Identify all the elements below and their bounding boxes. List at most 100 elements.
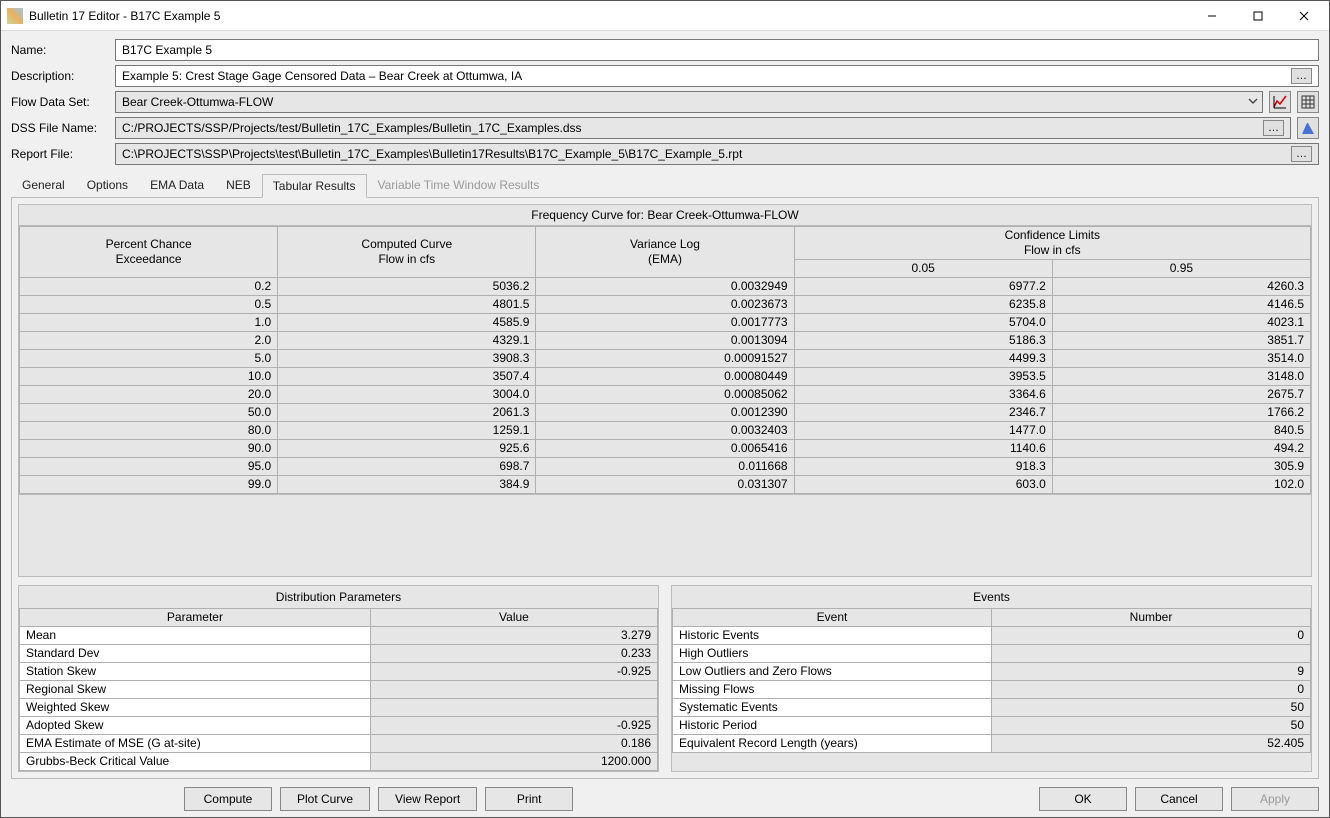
close-button[interactable] [1281, 1, 1327, 31]
cell: 0 [992, 627, 1311, 645]
table-row[interactable]: Mean3.279 [20, 627, 658, 645]
description-browse-button[interactable]: … [1291, 68, 1312, 84]
reportfile-input[interactable]: C:\PROJECTS\SSP\Projects\test\Bulletin_1… [115, 143, 1319, 165]
name-input[interactable]: B17C Example 5 [115, 39, 1319, 61]
events-blank-area [672, 753, 1311, 771]
reportfile-label: Report File: [11, 147, 109, 161]
dist-header-value: Value [370, 609, 657, 627]
freq-header-computed: Computed Curve Flow in cfs [278, 227, 536, 278]
ok-button[interactable]: OK [1039, 787, 1127, 811]
window-title: Bulletin 17 Editor - B17C Example 5 [29, 9, 1189, 23]
table-row[interactable]: 5.03908.30.000915274499.33514.0 [20, 350, 1311, 368]
flowdataset-combo[interactable]: Bear Creek-Ottumwa-FLOW [115, 91, 1263, 113]
table-row[interactable]: Low Outliers and Zero Flows9 [673, 663, 1311, 681]
cell: 0.00085062 [536, 386, 794, 404]
cell: 0.186 [370, 735, 657, 753]
table-row[interactable]: Grubbs-Beck Critical Value1200.000 [20, 753, 658, 771]
cell: 5.0 [20, 350, 278, 368]
table-row[interactable]: 95.0698.70.011668918.3305.9 [20, 458, 1311, 476]
cell: 52.405 [992, 735, 1311, 753]
table-row[interactable]: High Outliers [673, 645, 1311, 663]
cell: 5036.2 [278, 278, 536, 296]
minimize-button[interactable] [1189, 1, 1235, 31]
table-row[interactable]: 90.0925.60.00654161140.6494.2 [20, 440, 1311, 458]
title-bar: Bulletin 17 Editor - B17C Example 5 [1, 1, 1329, 31]
dssfile-value: C:/PROJECTS/SSP/Projects/test/Bulletin_1… [122, 121, 582, 135]
tab-ema-data[interactable]: EMA Data [139, 173, 215, 197]
table-row[interactable]: 0.25036.20.00329496977.24260.3 [20, 278, 1311, 296]
dssfile-input[interactable]: C:/PROJECTS/SSP/Projects/test/Bulletin_1… [115, 117, 1291, 139]
table-row[interactable]: Historic Events0 [673, 627, 1311, 645]
maximize-button[interactable] [1235, 1, 1281, 31]
cell: 4260.3 [1052, 278, 1310, 296]
cell [370, 681, 657, 699]
table-row[interactable]: Missing Flows0 [673, 681, 1311, 699]
cell: 0 [992, 681, 1311, 699]
tab-tabular-results[interactable]: Tabular Results [262, 174, 367, 198]
distribution-title: Distribution Parameters [19, 586, 658, 608]
cell: 2061.3 [278, 404, 536, 422]
plot-curve-button[interactable]: Plot Curve [280, 787, 370, 811]
cell: 1140.6 [794, 440, 1052, 458]
flowdataset-value: Bear Creek-Ottumwa-FLOW [122, 95, 273, 109]
cell: 384.9 [278, 476, 536, 494]
table-row[interactable]: Station Skew-0.925 [20, 663, 658, 681]
lower-panels: Distribution Parameters Parameter Value … [18, 585, 1312, 772]
table-row[interactable]: 0.54801.50.00236736235.84146.5 [20, 296, 1311, 314]
distribution-icon-button[interactable] [1297, 117, 1319, 139]
table-row[interactable]: Weighted Skew [20, 699, 658, 717]
cell: 50.0 [20, 404, 278, 422]
frequency-panel: Frequency Curve for: Bear Creek-Ottumwa-… [18, 204, 1312, 577]
cell: 1477.0 [794, 422, 1052, 440]
cell: Adopted Skew [20, 717, 371, 735]
table-row[interactable]: Regional Skew [20, 681, 658, 699]
cell: Low Outliers and Zero Flows [673, 663, 992, 681]
cell: 0.0023673 [536, 296, 794, 314]
button-bar: Compute Plot Curve View Report Print OK … [11, 779, 1319, 811]
cell: Grubbs-Beck Critical Value [20, 753, 371, 771]
table-row[interactable]: 10.03507.40.000804493953.53148.0 [20, 368, 1311, 386]
description-input[interactable]: Example 5: Crest Stage Gage Censored Dat… [115, 65, 1319, 87]
cell: 4801.5 [278, 296, 536, 314]
table-row[interactable]: Systematic Events50 [673, 699, 1311, 717]
plot-icon-button[interactable] [1269, 91, 1291, 113]
table-row[interactable]: 1.04585.90.00177735704.04023.1 [20, 314, 1311, 332]
cell: 0.2 [20, 278, 278, 296]
tab-neb[interactable]: NEB [215, 173, 262, 197]
cell [992, 645, 1311, 663]
cell [370, 699, 657, 717]
app-icon [7, 8, 23, 24]
cell: 1200.000 [370, 753, 657, 771]
distribution-panel: Distribution Parameters Parameter Value … [18, 585, 659, 772]
table-row[interactable]: EMA Estimate of MSE (G at-site)0.186 [20, 735, 658, 753]
cell: EMA Estimate of MSE (G at-site) [20, 735, 371, 753]
table-row[interactable]: 20.03004.00.000850623364.62675.7 [20, 386, 1311, 404]
tab-options[interactable]: Options [76, 173, 139, 197]
reportfile-browse-button[interactable]: … [1291, 146, 1312, 162]
table-row[interactable]: 80.01259.10.00324031477.0840.5 [20, 422, 1311, 440]
cancel-button[interactable]: Cancel [1135, 787, 1223, 811]
name-value: B17C Example 5 [122, 43, 212, 57]
table-row[interactable]: Equivalent Record Length (years)52.405 [673, 735, 1311, 753]
cell: 5186.3 [794, 332, 1052, 350]
cell: 2346.7 [794, 404, 1052, 422]
tab-general[interactable]: General [11, 173, 76, 197]
compute-button[interactable]: Compute [184, 787, 272, 811]
table-row[interactable]: Standard Dev0.233 [20, 645, 658, 663]
tab-content: Frequency Curve for: Bear Creek-Ottumwa-… [11, 198, 1319, 779]
view-report-button[interactable]: View Report [378, 787, 477, 811]
table-row[interactable]: 99.0384.90.031307603.0102.0 [20, 476, 1311, 494]
table-row[interactable]: Historic Period50 [673, 717, 1311, 735]
print-button[interactable]: Print [485, 787, 573, 811]
table-row[interactable]: 2.04329.10.00130945186.33851.7 [20, 332, 1311, 350]
cell: 3953.5 [794, 368, 1052, 386]
cell: 4146.5 [1052, 296, 1310, 314]
chevron-down-icon [1248, 95, 1258, 109]
table-row[interactable]: 50.02061.30.00123902346.71766.2 [20, 404, 1311, 422]
dssfile-browse-button[interactable]: … [1263, 120, 1284, 136]
cell: 3908.3 [278, 350, 536, 368]
tabstrip: General Options EMA Data NEB Tabular Res… [11, 173, 1319, 198]
table-icon-button[interactable] [1297, 91, 1319, 113]
table-row[interactable]: Adopted Skew-0.925 [20, 717, 658, 735]
cell: Mean [20, 627, 371, 645]
